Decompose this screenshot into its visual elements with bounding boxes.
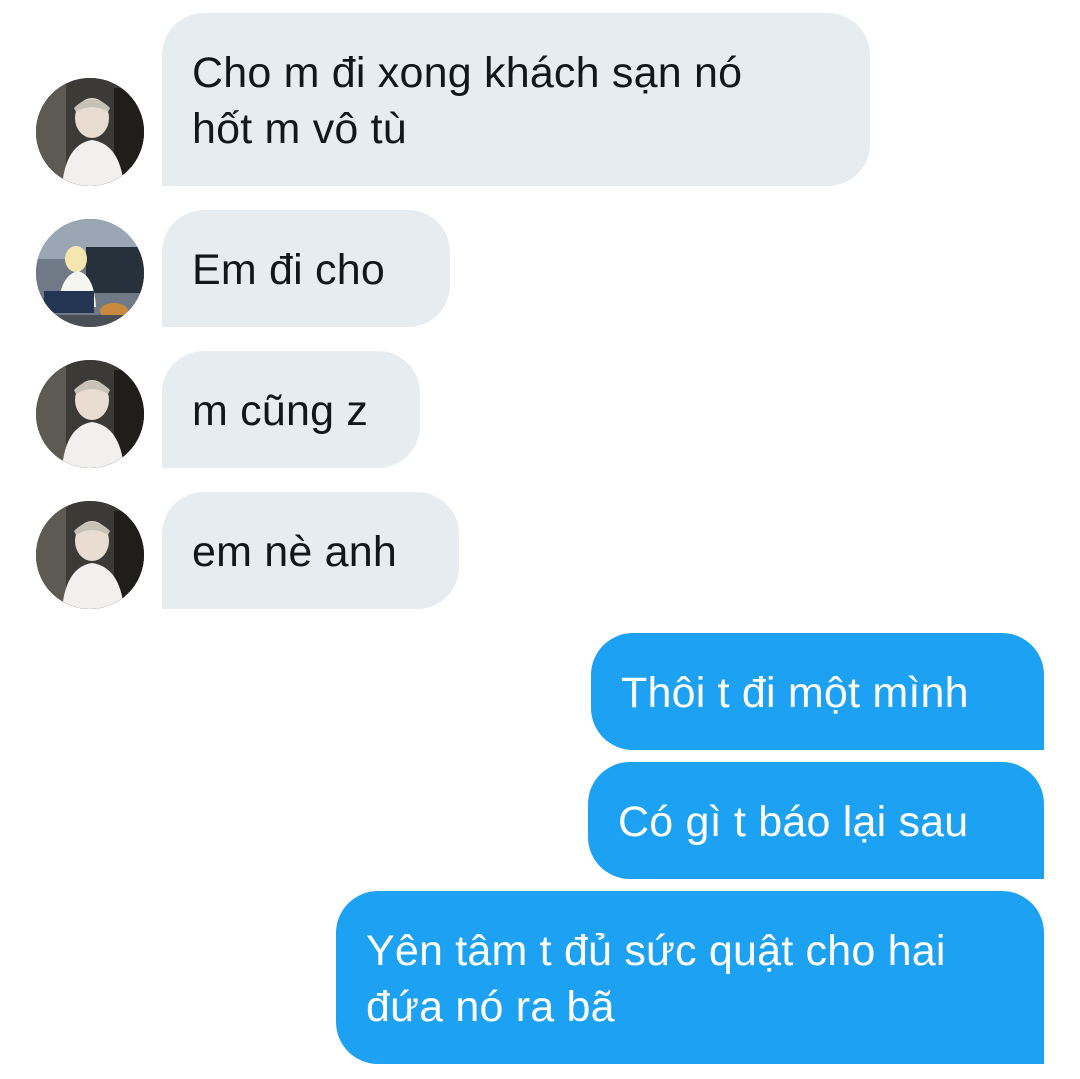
outgoing-message: Thôi t đi một mình bbox=[591, 633, 1044, 750]
avatar-crouching-with-dog-image bbox=[36, 219, 144, 327]
avatar[interactable] bbox=[36, 78, 144, 186]
avatar-white-shirt-cap-image bbox=[36, 501, 144, 609]
incoming-message: m cũng z bbox=[162, 351, 420, 468]
outgoing-message: Có gì t báo lại sau bbox=[588, 762, 1044, 879]
avatar[interactable] bbox=[36, 360, 144, 468]
message-thread: Cho m đi xong khách sạn nó hốt m vô tù E… bbox=[0, 0, 1080, 1079]
incoming-message: Cho m đi xong khách sạn nó hốt m vô tù bbox=[162, 13, 870, 186]
avatar[interactable] bbox=[36, 501, 144, 609]
outgoing-message: Yên tâm t đủ sức quật cho hai đứa nó ra … bbox=[336, 891, 1044, 1064]
avatar[interactable] bbox=[36, 219, 144, 327]
avatar-white-shirt-cap-image bbox=[36, 78, 144, 186]
incoming-message: em nè anh bbox=[162, 492, 459, 609]
incoming-message: Em đi cho bbox=[162, 210, 450, 327]
avatar-white-shirt-cap-image bbox=[36, 360, 144, 468]
